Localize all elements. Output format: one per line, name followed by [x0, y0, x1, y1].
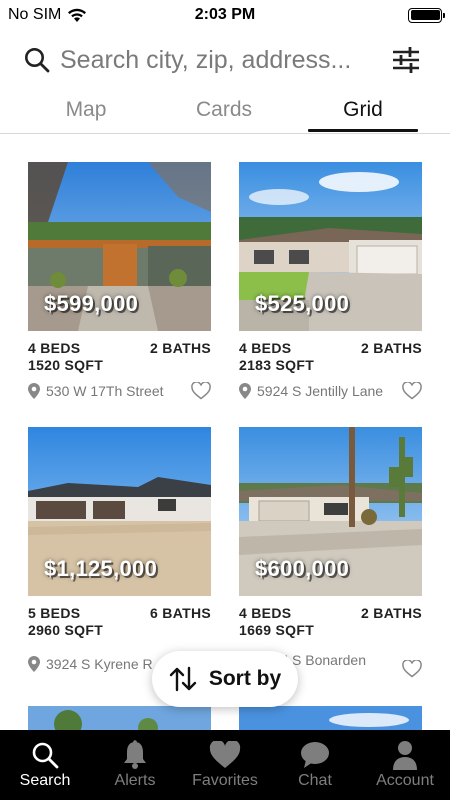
listing-card[interactable] [28, 706, 211, 730]
listing-beds: 4 BEDS [239, 605, 292, 621]
sort-label: Sort by [208, 667, 282, 690]
wifi-icon [68, 8, 87, 22]
favorite-heart-icon[interactable] [402, 660, 422, 678]
location-pin-icon [28, 383, 40, 399]
sort-button[interactable]: Sort by [152, 651, 298, 707]
bottom-nav: Search Alerts Favorites Chat Account [0, 730, 450, 800]
location-pin-icon [239, 383, 251, 399]
nav-account[interactable]: Account [360, 730, 450, 800]
house-photo [28, 706, 211, 730]
listing-sqft: 1520 SQFT [28, 357, 104, 373]
listing-price: $599,000 [44, 291, 139, 316]
search-placeholder: Search city, zip, address... [60, 45, 352, 74]
listing-sqft: 2960 SQFT [28, 622, 104, 638]
listing-card[interactable]: $599,000 4 BEDS 2 BATHS 1520 SQFT 530 W 1… [28, 162, 211, 400]
heart-icon [209, 741, 241, 768]
listing-card[interactable]: $600,000 4 BEDS 2 BATHS 1669 SQFT 6225 S … [239, 427, 422, 678]
favorite-heart-icon[interactable] [402, 382, 422, 400]
tab-map[interactable]: Map [0, 92, 172, 133]
filter-button[interactable] [388, 42, 424, 78]
search-icon [32, 742, 59, 769]
listing-photo[interactable] [239, 706, 422, 730]
listing-photo[interactable]: $600,000 [239, 427, 422, 596]
nav-chat[interactable]: Chat [270, 730, 360, 800]
listing-beds: 4 BEDS [239, 340, 292, 356]
house-photo [239, 706, 422, 730]
status-bar: No SIM 2:03 PM [0, 0, 450, 30]
nav-alerts-label: Alerts [114, 772, 156, 789]
listing-sqft: 1669 SQFT [239, 622, 315, 638]
listing-baths: 6 BATHS [150, 605, 211, 621]
nav-account-label: Account [376, 772, 434, 789]
listing-photo[interactable]: $525,000 [239, 162, 422, 331]
listing-sqft: 2183 SQFT [239, 357, 315, 373]
listing-baths: 2 BATHS [361, 340, 422, 356]
nav-alerts[interactable]: Alerts [90, 730, 180, 800]
tab-cards[interactable]: Cards [172, 92, 276, 133]
listing-price: $525,000 [255, 291, 350, 316]
nav-favorites-label: Favorites [192, 772, 258, 789]
listing-price: $600,000 [255, 556, 350, 581]
listing-card[interactable] [239, 706, 422, 730]
nav-search-label: Search [19, 772, 71, 789]
chat-bubble-icon [301, 742, 329, 768]
listing-beds: 4 BEDS [28, 340, 81, 356]
bell-icon [124, 740, 146, 769]
carrier-label: No SIM [8, 6, 62, 23]
view-tabs: Map Cards Grid [0, 92, 450, 134]
listing-address: 3924 S Kyrene R [46, 656, 153, 672]
listing-card[interactable]: $1,125,000 5 BEDS 6 BATHS 2960 SQFT 3924 … [28, 427, 211, 672]
search-input[interactable]: Search city, zip, address... [24, 46, 380, 75]
nav-favorites[interactable]: Favorites [180, 730, 270, 800]
nav-chat-label: Chat [298, 772, 332, 789]
listing-card[interactable]: $525,000 4 BEDS 2 BATHS 2183 SQFT 5924 S … [239, 162, 422, 400]
battery-icon [408, 7, 445, 23]
listing-address: 530 W 17Th Street [46, 383, 164, 399]
person-icon [393, 741, 417, 770]
listing-price: $1,125,000 [44, 556, 158, 581]
tab-grid[interactable]: Grid [304, 92, 422, 133]
listing-photo[interactable]: $1,125,000 [28, 427, 211, 596]
search-icon [25, 48, 50, 73]
listing-beds: 5 BEDS [28, 605, 81, 621]
sliders-icon [393, 47, 419, 73]
listing-baths: 2 BATHS [361, 605, 422, 621]
listing-baths: 2 BATHS [150, 340, 211, 356]
listing-address: 5924 S Jentilly Lane [257, 383, 384, 399]
favorite-heart-icon[interactable] [191, 382, 211, 400]
nav-search[interactable]: Search [0, 730, 90, 800]
sort-arrows-icon [169, 666, 197, 692]
location-pin-icon [28, 656, 40, 672]
listing-photo[interactable] [28, 706, 211, 730]
search-bar: Search city, zip, address... [24, 38, 424, 82]
listing-photo[interactable]: $599,000 [28, 162, 211, 331]
